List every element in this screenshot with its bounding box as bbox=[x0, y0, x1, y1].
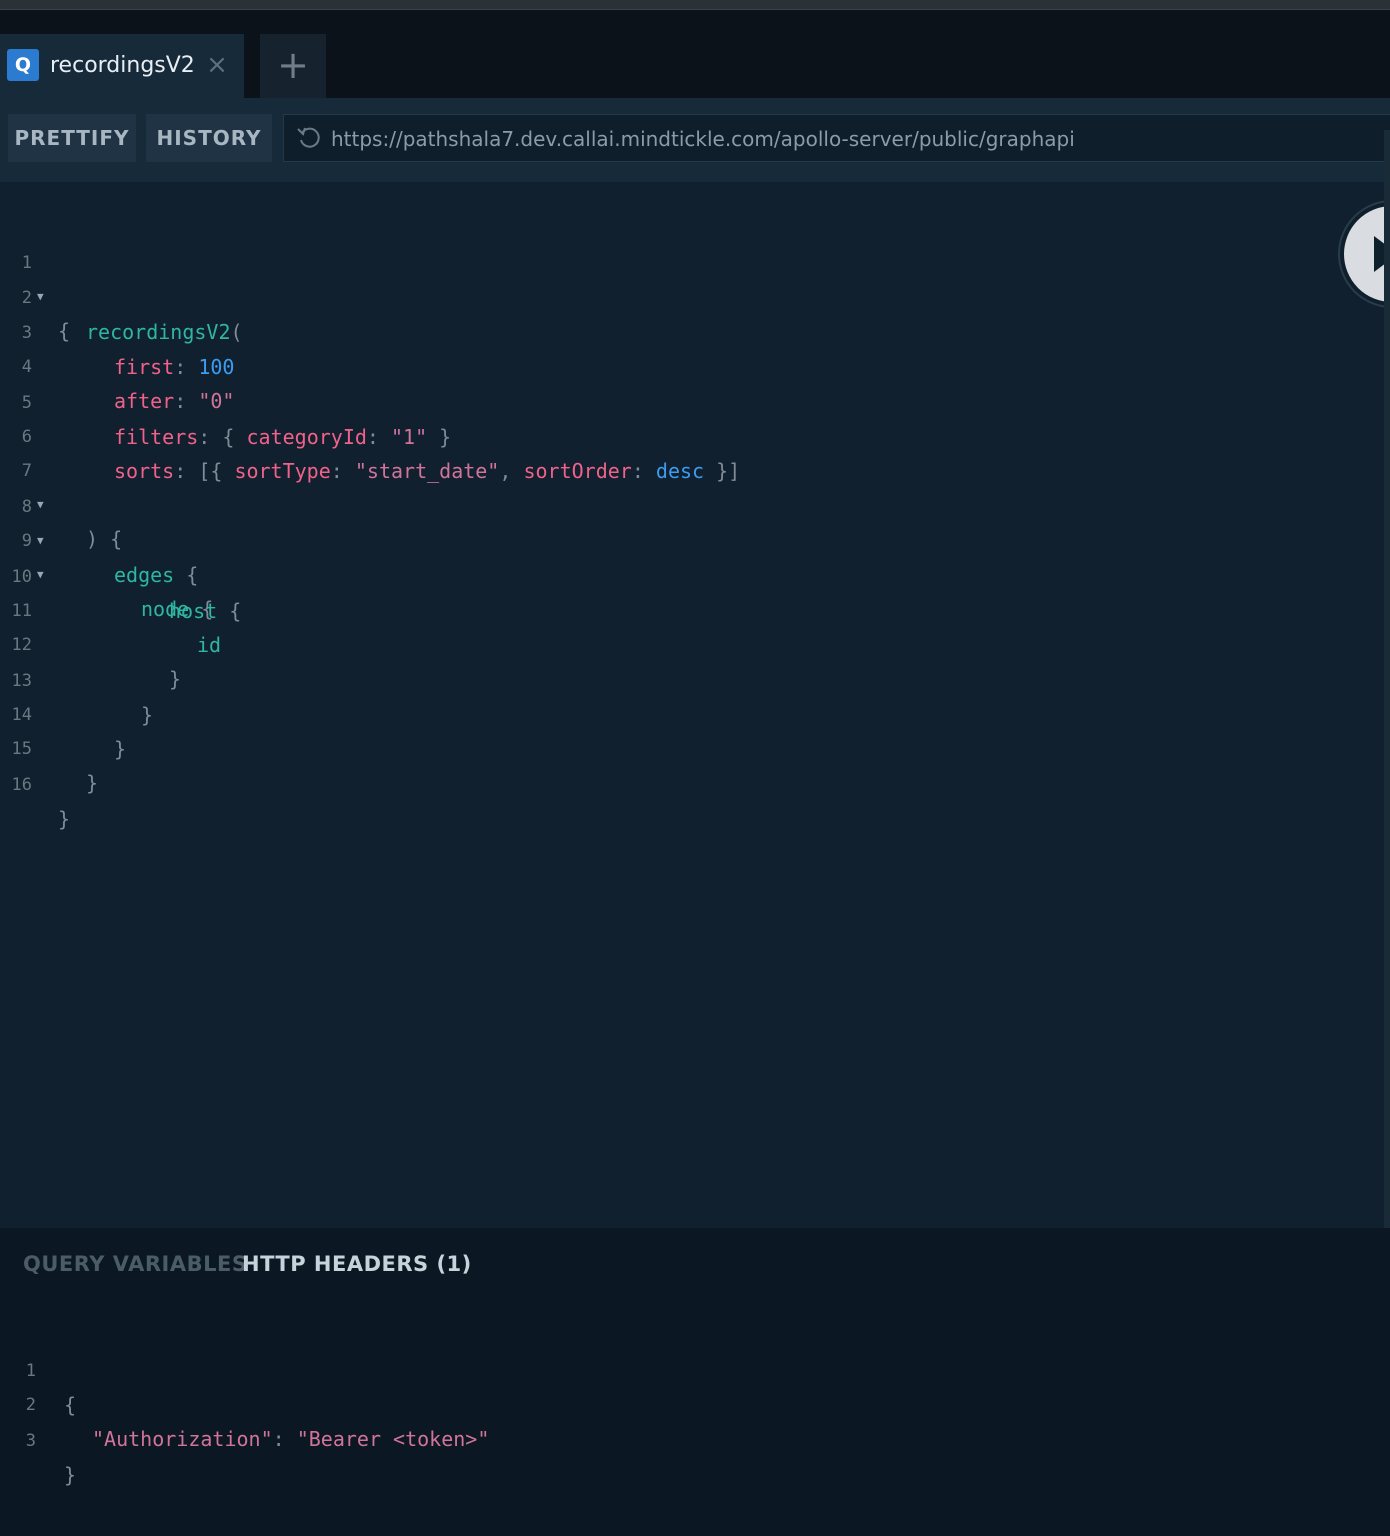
code-text: } bbox=[86, 771, 99, 795]
code-text: ) { bbox=[86, 527, 123, 551]
run-query-button[interactable] bbox=[1340, 202, 1390, 306]
code-text: "Authorization": "Bearer <token>" bbox=[92, 1427, 490, 1451]
editor-line: 3 first: 100 bbox=[0, 282, 235, 379]
code-text: } bbox=[64, 1463, 77, 1487]
endpoint-url-input[interactable]: https://pathshala7.dev.callai.mindtickle… bbox=[283, 114, 1390, 162]
tab-recordingsV2[interactable]: Q recordingsV2 × bbox=[0, 34, 244, 98]
line-number: 16 bbox=[11, 775, 32, 795]
window-top-strip bbox=[0, 0, 1390, 10]
code-text: edges { bbox=[114, 563, 199, 587]
editor-line: 1 ▼ { bbox=[0, 212, 70, 343]
toolbar: PRETTIFY HISTORY https://pathshala7.dev.… bbox=[0, 98, 1390, 182]
code-text: { bbox=[58, 319, 71, 343]
tab-title: recordingsV2 bbox=[50, 53, 195, 78]
editor-line: 1 { bbox=[0, 1320, 76, 1417]
tab-http-headers[interactable]: HTTP HEADERS (1) bbox=[242, 1250, 472, 1278]
code-text: } bbox=[114, 737, 127, 761]
editor-line: 8 ▼ edges { bbox=[0, 456, 199, 587]
query-badge-icon: Q bbox=[7, 49, 39, 81]
editor-line: 10 host { bbox=[0, 526, 242, 623]
code-text: } bbox=[58, 807, 71, 831]
history-button[interactable]: HISTORY bbox=[146, 114, 272, 162]
editor-line: 15 } bbox=[0, 698, 99, 795]
tab-bar: Q recordingsV2 × + bbox=[0, 10, 1390, 98]
editor-line: 4 after: "0" bbox=[0, 316, 235, 413]
code-text: } bbox=[169, 667, 182, 691]
add-tab-button[interactable]: + bbox=[260, 34, 326, 98]
code-text: filters: { categoryId: "1" } bbox=[114, 425, 452, 449]
code-text: after: "0" bbox=[114, 389, 235, 413]
tab-query-variables[interactable]: QUERY VARIABLES bbox=[23, 1250, 247, 1278]
editor-line: 2 recordingsV2( bbox=[0, 247, 243, 344]
endpoint-url-text: https://pathshala7.dev.callai.mindtickle… bbox=[331, 127, 1075, 151]
close-icon[interactable]: × bbox=[203, 48, 231, 82]
code-text: recordingsV2( bbox=[86, 320, 243, 344]
editor-line: 7 ▼ ) { bbox=[0, 420, 122, 551]
code-text: sorts: [{ sortType: "start_date", sortOr… bbox=[114, 459, 741, 483]
prettify-button[interactable]: PRETTIFY bbox=[8, 114, 136, 162]
editor-line: 5 filters: { categoryId: "1" } bbox=[0, 352, 451, 449]
editor-line: 2 "Authorization": "Bearer <token>" bbox=[0, 1354, 490, 1451]
editor-line: 14 } bbox=[0, 664, 127, 761]
editor-line: 13 } bbox=[0, 630, 154, 727]
editor-line: 16 } bbox=[0, 734, 71, 831]
editor-line: 11 id bbox=[0, 560, 222, 657]
code-text: id bbox=[197, 633, 222, 657]
query-editor[interactable]: 1 ▼ { 2 recordingsV2( 3 first: 100 4 aft… bbox=[0, 182, 1390, 1228]
refresh-icon[interactable] bbox=[294, 122, 324, 154]
editor-line: 6 sorts: [{ sortType: "start_date", sort… bbox=[0, 386, 740, 483]
editor-line: 12 } bbox=[0, 594, 182, 691]
editor-line: 3 } bbox=[0, 1390, 76, 1487]
code-text: } bbox=[141, 703, 154, 727]
code-text: host { bbox=[169, 599, 242, 623]
code-text: first: 100 bbox=[114, 355, 235, 379]
variables-panel: QUERY VARIABLES HTTP HEADERS (1) 1 { 2 "… bbox=[0, 1228, 1390, 1536]
editor-line: 9 ▼ node { bbox=[0, 490, 214, 621]
editor-scrollbar[interactable] bbox=[1384, 130, 1390, 1230]
line-number: 3 bbox=[25, 1431, 36, 1451]
